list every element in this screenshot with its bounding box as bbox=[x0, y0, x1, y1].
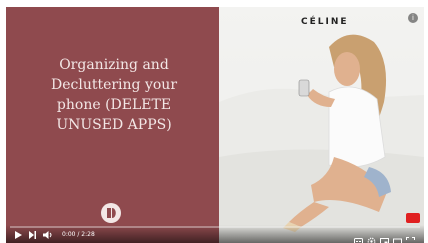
woman-on-sofa-image bbox=[219, 34, 424, 243]
settings-icon[interactable] bbox=[367, 231, 376, 243]
right-controls bbox=[354, 230, 420, 243]
youtube-badge-icon[interactable] bbox=[406, 213, 420, 223]
next-icon[interactable] bbox=[28, 230, 37, 240]
channel-logo-icon bbox=[101, 203, 121, 223]
video-title: Organizing and Decluttering your phone (… bbox=[50, 57, 178, 133]
theater-icon[interactable] bbox=[393, 231, 402, 243]
volume-icon[interactable] bbox=[42, 230, 54, 240]
progress-bar[interactable] bbox=[10, 226, 420, 228]
info-icon[interactable]: i bbox=[408, 13, 418, 23]
thumbnail-photo: CÉLINE i bbox=[219, 7, 424, 243]
page: Organizing and Decluttering your phone (… bbox=[0, 0, 428, 243]
video-player[interactable]: Organizing and Decluttering your phone (… bbox=[6, 7, 424, 243]
fullscreen-icon[interactable] bbox=[406, 231, 415, 243]
subtitles-icon[interactable] bbox=[354, 231, 363, 243]
miniplayer-icon[interactable] bbox=[380, 231, 389, 243]
play-icon[interactable] bbox=[14, 230, 23, 240]
time-display: 0:00 / 2:28 bbox=[62, 231, 95, 238]
title-panel: Organizing and Decluttering your phone (… bbox=[6, 7, 219, 243]
brand-logo-text: CÉLINE bbox=[301, 17, 349, 27]
player-controls: 0:00 / 2:28 bbox=[6, 225, 424, 243]
